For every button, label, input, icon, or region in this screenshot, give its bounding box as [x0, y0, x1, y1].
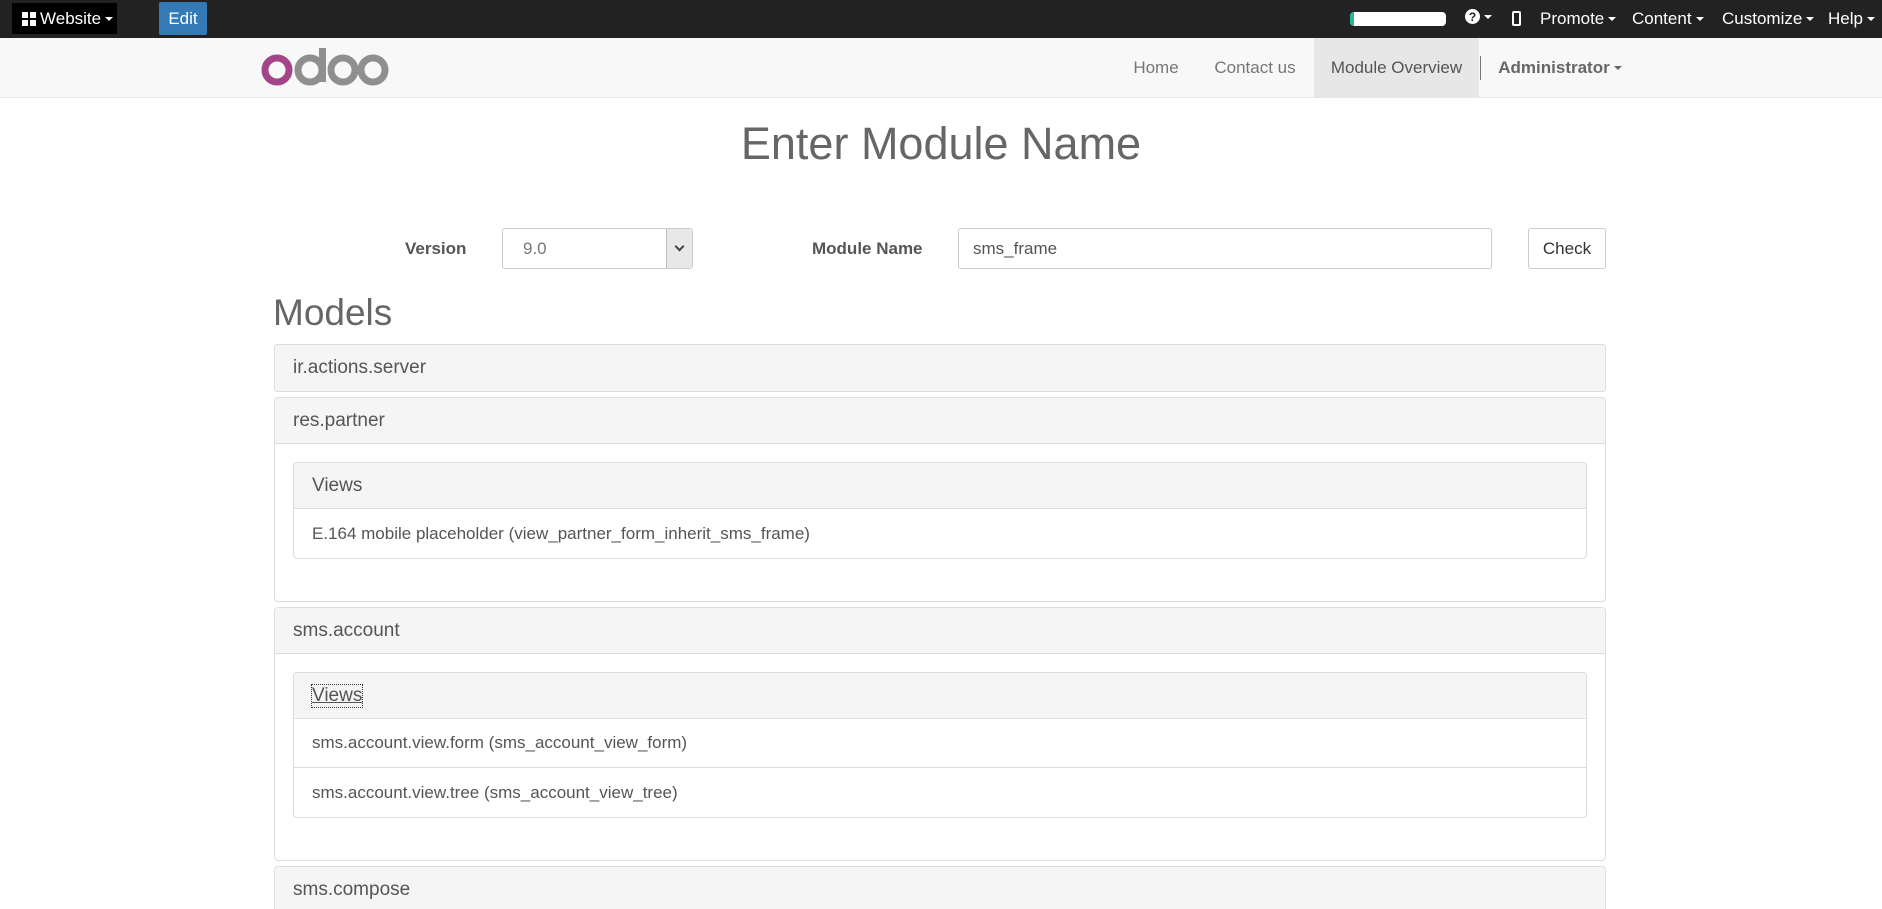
progress-fill [1350, 12, 1354, 26]
module-name-input[interactable] [958, 228, 1492, 269]
views-heading[interactable]: Views [294, 463, 1586, 509]
nav-contact-us[interactable]: Contact us [1200, 38, 1310, 98]
view-list-item[interactable]: sms.account.view.form (sms_account_view_… [294, 719, 1586, 768]
content-menu[interactable]: Content [1632, 0, 1704, 38]
user-menu[interactable]: Administrator [1490, 38, 1630, 98]
chevron-down-icon [666, 229, 692, 268]
progress-indicator [1350, 12, 1446, 26]
view-list-item[interactable]: E.164 mobile placeholder (view_partner_f… [294, 509, 1586, 558]
model-panel-body: Views E.164 mobile placeholder (view_par… [275, 444, 1605, 577]
views-panel: Views sms.account.view.form (sms_account… [293, 672, 1587, 818]
caret-down-icon [1695, 17, 1704, 21]
customize-menu-label: Customize [1722, 9, 1803, 28]
version-label: Version [405, 239, 467, 258]
model-heading[interactable]: res.partner [275, 398, 1605, 444]
promote-menu[interactable]: Promote [1540, 0, 1617, 38]
nav-divider [1480, 56, 1481, 80]
help-menu[interactable]: Help [1828, 0, 1875, 38]
mobile-preview-icon[interactable] [1512, 11, 1521, 26]
check-button[interactable]: Check [1528, 228, 1606, 269]
caret-down-icon [1613, 66, 1622, 70]
model-panel-res-partner: res.partner Views E.164 mobile placehold… [274, 397, 1606, 602]
model-panel-sms-account: sms.account Views sms.account.view.form … [274, 607, 1606, 861]
caret-down-icon [1484, 14, 1492, 19]
model-panel-body: Views sms.account.view.form (sms_account… [275, 654, 1605, 836]
nav-module-overview[interactable]: Module Overview [1314, 38, 1479, 98]
views-heading-label: Views [310, 683, 364, 708]
views-heading[interactable]: Views [294, 673, 1586, 719]
view-list-item[interactable]: sms.account.view.tree (sms_account_view_… [294, 768, 1586, 817]
user-menu-label: Administrator [1498, 58, 1610, 77]
website-menu-button[interactable]: Website [12, 3, 117, 34]
promote-menu-label: Promote [1540, 9, 1605, 28]
page-title: Enter Module Name [740, 118, 1142, 169]
views-heading-label: Views [312, 474, 363, 496]
edit-button[interactable]: Edit [159, 2, 207, 35]
help-menu-label: Help [1828, 9, 1863, 28]
caret-down-icon [1608, 17, 1617, 21]
admin-bar: Website Edit ? Promote Content Customize… [0, 0, 1882, 38]
website-menu-label: Website [40, 8, 102, 28]
caret-down-icon [105, 16, 114, 21]
odoo-logo[interactable]: odoo [260, 48, 390, 88]
customize-menu[interactable]: Customize [1722, 0, 1815, 38]
content-menu-label: Content [1632, 9, 1692, 28]
model-heading[interactable]: sms.compose [275, 867, 1605, 909]
site-navbar: odoo Home Contact us Module Overview Adm… [0, 38, 1882, 98]
model-panel-sms-compose: sms.compose [274, 866, 1606, 909]
model-heading[interactable]: sms.account [275, 608, 1605, 654]
model-panel-ir-actions-server: ir.actions.server [274, 344, 1606, 392]
caret-down-icon [1806, 17, 1815, 21]
model-heading[interactable]: ir.actions.server [275, 345, 1605, 391]
views-panel: Views E.164 mobile placeholder (view_par… [293, 462, 1587, 559]
question-circle-icon: ? [1465, 9, 1480, 24]
nav-home[interactable]: Home [1120, 38, 1192, 98]
module-name-label: Module Name [812, 239, 923, 258]
caret-down-icon [1866, 17, 1875, 21]
help-dropdown[interactable]: ? [1465, 9, 1492, 24]
models-heading: Models [273, 292, 393, 333]
apps-grid-icon [22, 11, 36, 26]
version-select-value: 9.0 [523, 238, 547, 258]
version-select[interactable]: 9.0 [502, 228, 693, 269]
